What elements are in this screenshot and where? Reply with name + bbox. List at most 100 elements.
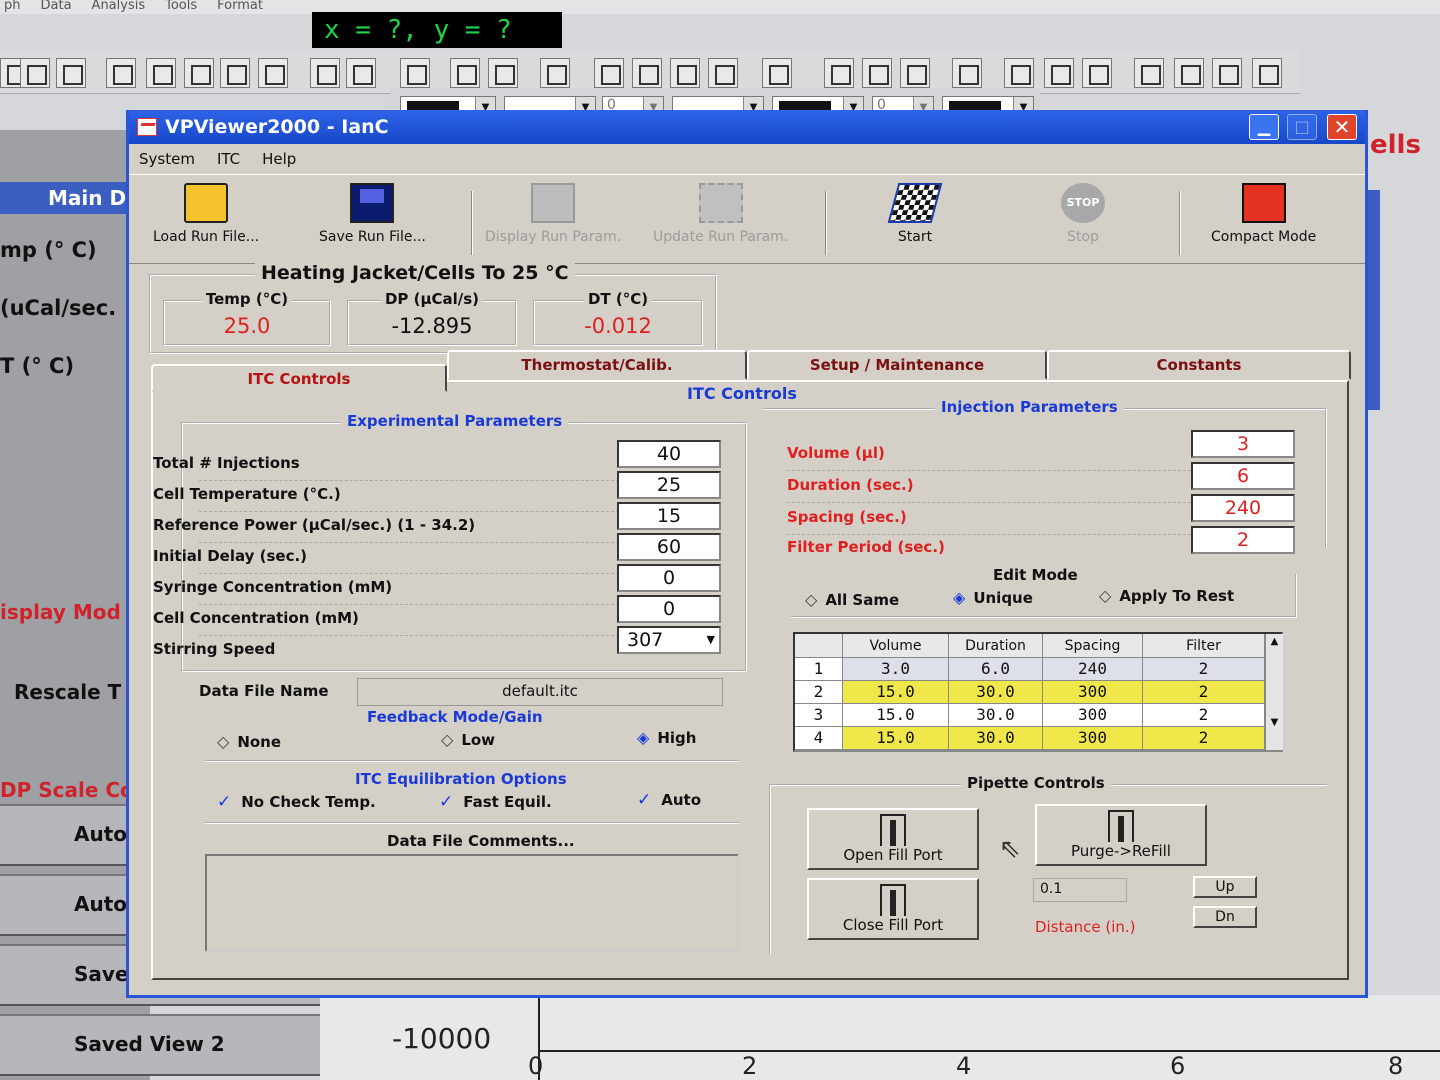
table-cell[interactable]: 2: [1143, 658, 1265, 681]
feedback-none-radio[interactable]: None: [217, 732, 281, 751]
table-row-index[interactable]: 3: [795, 704, 843, 727]
reference-power-input[interactable]: 15: [617, 502, 721, 530]
tab-itc-controls[interactable]: ITC Controls: [151, 364, 447, 392]
window-titlebar[interactable]: VPViewer2000 - IanC ▁ □ ✕: [129, 110, 1365, 144]
minimize-button[interactable]: ▁: [1249, 114, 1279, 140]
cell-temperature-input[interactable]: 25: [617, 471, 721, 499]
toolbar-layout-icon[interactable]: [488, 58, 518, 88]
bg-menu-data[interactable]: Data: [41, 0, 72, 14]
data-file-name-input[interactable]: default.itc: [357, 678, 723, 706]
side-saved-view-2-button[interactable]: Saved View 2: [0, 1014, 320, 1076]
maximize-button[interactable]: □: [1287, 114, 1317, 140]
toolbar-chart-icon[interactable]: [670, 58, 700, 88]
auto-checkbox[interactable]: ✓ Auto: [637, 790, 701, 810]
purge-refill-button[interactable]: Purge->ReFill: [1035, 804, 1207, 866]
bg-menu-analysis[interactable]: Analysis: [92, 0, 146, 14]
edit-mode-unique-radio[interactable]: Unique: [953, 588, 1033, 607]
table-cell[interactable]: 6.0: [949, 658, 1043, 681]
toolbar-zoom-out-icon[interactable]: [862, 58, 892, 88]
save-run-file-button[interactable]: Save Run File...: [319, 183, 426, 245]
toolbar-import-icon[interactable]: [310, 58, 340, 88]
toolbar-grid3-icon[interactable]: [1082, 58, 1112, 88]
toolbar-zoom-in-icon[interactable]: [824, 58, 854, 88]
stop-button[interactable]: STOP Stop: [1061, 183, 1105, 245]
background-scrollbar[interactable]: [1368, 190, 1380, 410]
scroll-up-icon[interactable]: ▲: [1266, 636, 1283, 647]
table-row-index[interactable]: 1: [795, 658, 843, 681]
initial-delay-input[interactable]: 60: [617, 533, 721, 561]
table-cell[interactable]: 2: [1143, 727, 1265, 750]
menu-help[interactable]: Help: [262, 146, 296, 172]
table-cell[interactable]: 2: [1143, 704, 1265, 727]
close-button[interactable]: ✕: [1327, 114, 1357, 140]
pipette-down-button[interactable]: Dn: [1193, 906, 1257, 928]
toolbar-grid2-icon[interactable]: [1044, 58, 1074, 88]
load-run-file-button[interactable]: Load Run File...: [153, 183, 259, 245]
injection-table[interactable]: Volume Duration Spacing Filter 1 3.0 6.0…: [793, 632, 1283, 752]
distance-input[interactable]: 0.1: [1033, 878, 1127, 902]
toolbar-tree-icon[interactable]: [540, 58, 570, 88]
toolbar-export-icon[interactable]: [346, 58, 376, 88]
table-cell[interactable]: 15.0: [843, 704, 949, 727]
toolbar-image-icon[interactable]: [56, 58, 86, 88]
tab-setup-maintenance[interactable]: Setup / Maintenance: [747, 350, 1047, 380]
toolbar-plot-icon[interactable]: [594, 58, 624, 88]
toolbar-grid1-icon[interactable]: [1004, 58, 1034, 88]
injection-volume-input[interactable]: 3: [1191, 430, 1295, 458]
toolbar-open-icon[interactable]: [106, 58, 136, 88]
table-row-index[interactable]: 4: [795, 727, 843, 750]
toolbar-marker-icon[interactable]: [762, 58, 792, 88]
menu-system[interactable]: System: [139, 146, 195, 172]
edit-mode-apply-to-rest-radio[interactable]: Apply To Rest: [1099, 586, 1234, 605]
table-cell[interactable]: 30.0: [949, 727, 1043, 750]
injection-duration-input[interactable]: 6: [1191, 462, 1295, 490]
bg-menu-graph[interactable]: ph: [4, 0, 21, 14]
toolbar-edit-icon[interactable]: [450, 58, 480, 88]
close-fill-port-button[interactable]: Close Fill Port: [807, 878, 979, 940]
table-cell[interactable]: 30.0: [949, 704, 1043, 727]
no-check-temp-checkbox[interactable]: ✓ No Check Temp.: [217, 792, 376, 812]
table-cell[interactable]: 15.0: [843, 681, 949, 704]
table-cell[interactable]: 15.0: [843, 727, 949, 750]
filter-period-input[interactable]: 2: [1191, 526, 1295, 554]
bg-menu-format[interactable]: Format: [217, 0, 263, 14]
table-header-filter[interactable]: Filter: [1143, 634, 1265, 658]
table-header-volume[interactable]: Volume: [843, 634, 949, 658]
fast-equil-checkbox[interactable]: ✓ Fast Equil.: [439, 792, 552, 812]
toolbar-open2-icon[interactable]: [146, 58, 176, 88]
total-injections-input[interactable]: 40: [617, 440, 721, 468]
edit-mode-all-same-radio[interactable]: All Same: [805, 590, 899, 609]
bg-menu-tools[interactable]: Tools: [165, 0, 197, 14]
toolbar-open3-icon[interactable]: [184, 58, 214, 88]
feedback-high-radio[interactable]: High: [637, 728, 696, 747]
table-scrollbar[interactable]: ▲ ▼: [1265, 634, 1283, 750]
toolbar-settings-icon[interactable]: [708, 58, 738, 88]
table-cell[interactable]: 300: [1043, 704, 1143, 727]
pipette-up-button[interactable]: Up: [1193, 876, 1257, 898]
feedback-low-radio[interactable]: Low: [441, 730, 495, 749]
toolbar-clock-icon[interactable]: [1252, 58, 1282, 88]
injection-spacing-input[interactable]: 240: [1191, 494, 1295, 522]
syringe-concentration-input[interactable]: 0: [617, 564, 721, 592]
open-fill-port-button[interactable]: Open Fill Port: [807, 808, 979, 870]
toolbar-table-icon[interactable]: [632, 58, 662, 88]
table-cell[interactable]: 300: [1043, 727, 1143, 750]
menu-itc[interactable]: ITC: [217, 146, 240, 172]
table-cell[interactable]: 300: [1043, 681, 1143, 704]
toolbar-list-icon[interactable]: [1134, 58, 1164, 88]
toolbar-calc-icon[interactable]: [1212, 58, 1242, 88]
compact-mode-button[interactable]: Compact Mode: [1211, 183, 1316, 245]
display-run-param-button[interactable]: Display Run Param.: [485, 183, 621, 245]
toolbar-print-icon[interactable]: [400, 58, 430, 88]
toolbar-window-icon[interactable]: [900, 58, 930, 88]
toolbar-save-icon[interactable]: [220, 58, 250, 88]
toolbar-scale-icon[interactable]: [952, 58, 982, 88]
table-cell[interactable]: 240: [1043, 658, 1143, 681]
data-file-comments-textarea[interactable]: [205, 854, 739, 952]
update-run-param-button[interactable]: Update Run Param.: [653, 183, 788, 245]
stirring-speed-select[interactable]: 307 ▼: [617, 626, 721, 654]
tab-constants[interactable]: Constants: [1047, 350, 1351, 380]
table-cell[interactable]: 30.0: [949, 681, 1043, 704]
table-cell[interactable]: 3.0: [843, 658, 949, 681]
scroll-down-icon[interactable]: ▼: [1266, 717, 1283, 728]
